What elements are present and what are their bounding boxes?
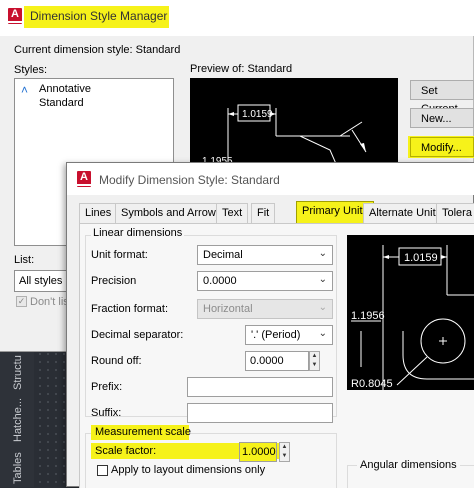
precision-select[interactable]: 0.0000 ⌄ — [197, 271, 333, 291]
chevron-down-icon: ⌄ — [318, 248, 327, 259]
tab-tolerances[interactable]: Tolera — [436, 203, 474, 223]
measurement-scale-legend: Measurement scale — [95, 426, 191, 438]
scale-factor-input[interactable]: 1.0000 — [239, 442, 277, 462]
precision-label: Precision — [91, 275, 137, 287]
dont-list-checkbox[interactable]: ✓ — [16, 296, 27, 307]
modify-preview: 1.0159 1.1956 R0.8045 — [347, 235, 474, 390]
palette-tab-hatches[interactable]: Hatche... — [12, 398, 24, 442]
tab-fit[interactable]: Fit — [251, 203, 276, 223]
tool-palette-strip: Structu Hatche... Tables — [0, 350, 34, 487]
autocad-logo-icon: A — [8, 8, 22, 24]
unit-format-value: Decimal — [203, 249, 243, 261]
scale-factor-spinner[interactable]: ▲ ▼ — [279, 442, 290, 462]
list-label: List: — [14, 254, 35, 266]
precision-value: 0.0000 — [203, 275, 237, 287]
measurement-scale-group — [85, 433, 337, 488]
angular-dimensions-legend: Angular dimensions — [357, 459, 460, 471]
decimal-separator-select[interactable]: '.' (Period) ⌄ — [245, 325, 333, 345]
drawing-area-grid — [36, 350, 66, 487]
prefix-label: Prefix: — [91, 381, 123, 393]
scale-factor-label: Scale factor: — [95, 445, 157, 457]
apply-layout-label: Apply to layout dimensions only — [111, 464, 266, 476]
new-button[interactable]: New... — [410, 108, 474, 128]
unit-format-label: Unit format: — [91, 249, 148, 261]
style-item-standard[interactable]: Standard — [39, 97, 84, 109]
unit-format-select[interactable]: Decimal ⌄ — [197, 245, 333, 265]
suffix-input[interactable] — [187, 403, 333, 423]
apply-layout-checkbox[interactable] — [97, 465, 108, 476]
round-off-label: Round off: — [91, 355, 142, 367]
preview-label: Preview of: Standard — [190, 63, 293, 75]
tab-bar: Lines Symbols and Arrows Text Fit Primar… — [79, 201, 474, 223]
styles-label: Styles: — [14, 64, 48, 76]
palette-tab-structure[interactable]: Structu — [12, 355, 24, 390]
decimal-separator-label: Decimal separator: — [91, 329, 184, 341]
chevron-down-icon: ⌄ — [318, 302, 327, 313]
chevron-down-icon: ⌄ — [318, 328, 327, 339]
fraction-format-label: Fraction format: — [91, 303, 169, 315]
manager-preview-dim: 1.0159 — [242, 109, 273, 120]
modify-preview-radius: R0.8045 — [351, 378, 393, 390]
autocad-logo-icon: A — [77, 171, 91, 187]
chevron-down-icon: ⌄ — [318, 274, 327, 285]
linear-dimensions-legend: Linear dimensions — [91, 227, 185, 239]
tab-symbols-and-arrows[interactable]: Symbols and Arrows — [115, 203, 228, 223]
modify-dimension-style-window: A Modify Dimension Style: Standard Lines… — [66, 162, 474, 488]
decimal-separator-value: '.' (Period) — [251, 329, 301, 341]
fraction-format-select[interactable]: Horizontal ⌄ — [197, 299, 333, 319]
round-off-spinner[interactable]: ▲ ▼ — [309, 351, 320, 371]
tab-text[interactable]: Text — [216, 203, 249, 223]
suffix-label: Suffix: — [91, 407, 122, 419]
current-style-text: Current dimension style: Standard — [14, 44, 181, 56]
set-current-button[interactable]: Set Current — [410, 80, 474, 115]
prefix-input[interactable] — [187, 377, 333, 397]
tab-lines[interactable]: Lines — [79, 203, 118, 223]
tab-alternate-units[interactable]: Alternate Units — [363, 203, 448, 223]
modify-title: Modify Dimension Style: Standard — [99, 173, 280, 187]
modify-preview-dim2: 1.1956 — [351, 310, 385, 322]
fraction-format-value: Horizontal — [203, 303, 253, 315]
manager-title: Dimension Style Manager — [30, 9, 168, 23]
palette-tab-tables[interactable]: Tables — [12, 452, 24, 484]
round-off-input[interactable]: 0.0000 — [245, 351, 309, 371]
annotative-icon: ˄ — [21, 83, 29, 97]
modify-preview-dim: 1.0159 — [404, 252, 438, 264]
style-item-annotative[interactable]: Annotative — [39, 83, 91, 95]
modify-button[interactable]: Modify... — [410, 137, 474, 157]
